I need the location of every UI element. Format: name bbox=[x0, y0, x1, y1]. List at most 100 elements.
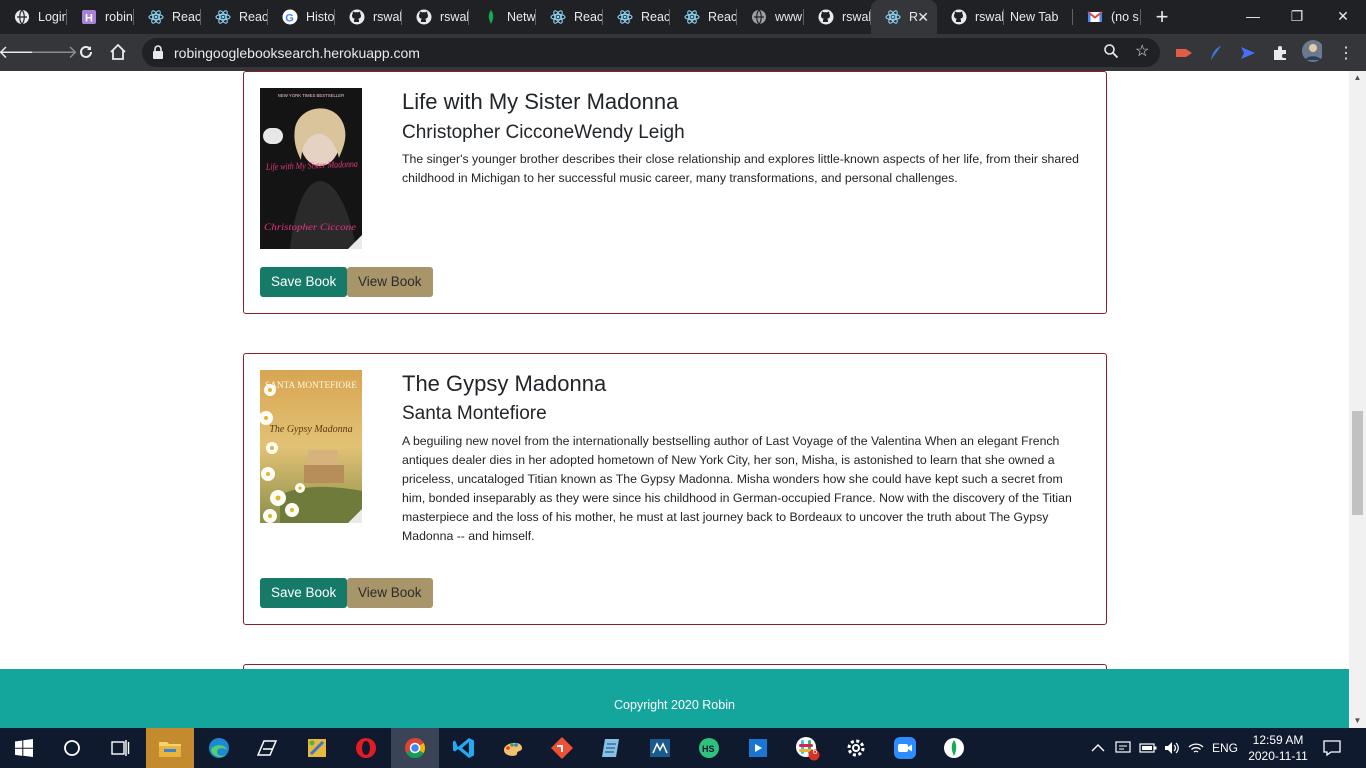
minimize-window-icon[interactable]: — bbox=[1230, 0, 1276, 32]
tray-network-app-icon[interactable] bbox=[1115, 728, 1131, 768]
git-kraken-icon[interactable] bbox=[538, 728, 586, 768]
cortana-search-icon[interactable] bbox=[48, 728, 96, 768]
tab-label: robin bbox=[105, 10, 133, 24]
home-icon[interactable] bbox=[105, 39, 131, 65]
page-viewport: NEW YORK TIMES BESTSELLER Life with My S… bbox=[0, 71, 1349, 728]
view-book-button[interactable]: View Book bbox=[347, 578, 433, 608]
book-authors: Santa Montefiore bbox=[402, 403, 547, 424]
github-icon bbox=[951, 9, 967, 25]
input-language[interactable]: ENG bbox=[1212, 728, 1238, 768]
close-window-icon[interactable]: ✕ bbox=[1320, 0, 1366, 32]
book-title: The Gypsy Madonna bbox=[402, 371, 607, 396]
mysql-workbench-icon[interactable] bbox=[636, 728, 684, 768]
cover-title-text: The Gypsy Madonna bbox=[269, 424, 352, 435]
new-tab-plus-icon[interactable]: + bbox=[1147, 0, 1177, 34]
maximize-window-icon[interactable]: ❐ bbox=[1274, 0, 1320, 32]
extension-send-icon[interactable] bbox=[1238, 43, 1258, 63]
zoom-search-icon[interactable] bbox=[1103, 43, 1119, 64]
volume-icon[interactable] bbox=[1163, 728, 1181, 768]
scroll-up-arrow-icon[interactable]: ▲ bbox=[1349, 71, 1366, 85]
github-icon bbox=[416, 9, 432, 25]
react-icon bbox=[215, 9, 231, 25]
react-icon bbox=[684, 9, 700, 25]
settings-gear-icon[interactable] bbox=[832, 728, 880, 768]
globe-icon bbox=[14, 9, 30, 25]
page-scrollbar[interactable]: ▲ ▼ bbox=[1349, 71, 1366, 728]
video-editor-icon[interactable] bbox=[734, 728, 782, 768]
browser-tab[interactable]: rswal bbox=[402, 0, 469, 34]
react-icon bbox=[885, 9, 901, 25]
edge-icon[interactable] bbox=[195, 728, 243, 768]
view-book-button[interactable]: View Book bbox=[347, 267, 433, 297]
windows-taskbar: HS 6 ENG 12:59 AM 2020-11-11 bbox=[0, 728, 1366, 768]
bookmark-star-icon[interactable]: ☆ bbox=[1135, 41, 1149, 61]
snip-tool-icon[interactable] bbox=[243, 728, 291, 768]
book-title: Life with My Sister Madonna bbox=[402, 89, 679, 114]
gmail-icon bbox=[1087, 9, 1103, 25]
wifi-icon[interactable] bbox=[1188, 728, 1204, 768]
google-icon: G bbox=[282, 9, 298, 25]
browser-tab[interactable]: Netw bbox=[469, 0, 536, 34]
browser-tab[interactable]: React bbox=[134, 0, 201, 34]
task-view-icon[interactable] bbox=[96, 728, 144, 768]
browser-tab[interactable]: React bbox=[670, 0, 737, 34]
browser-tab[interactable]: React bbox=[536, 0, 603, 34]
github-icon bbox=[818, 9, 834, 25]
battery-icon[interactable] bbox=[1139, 728, 1157, 768]
tab-label: rswal bbox=[842, 10, 871, 24]
vscode-icon[interactable] bbox=[440, 728, 488, 768]
save-book-button[interactable]: Save Book bbox=[260, 578, 348, 608]
lock-icon bbox=[152, 45, 164, 64]
browser-tab[interactable]: G Histo bbox=[268, 0, 335, 34]
windows-start-icon[interactable] bbox=[0, 728, 48, 768]
opera-icon[interactable] bbox=[342, 728, 390, 768]
tab-label: rswal bbox=[373, 10, 402, 24]
browser-tab-active[interactable]: R ✕ bbox=[871, 0, 937, 34]
browser-tab[interactable]: rswal bbox=[937, 0, 1004, 34]
forward-arrow-icon[interactable]: 🡒 bbox=[30, 39, 78, 65]
page-footer: Copyright 2020 Robin bbox=[0, 669, 1349, 728]
browser-tab[interactable]: rswal bbox=[335, 0, 402, 34]
browser-tab[interactable]: React bbox=[201, 0, 268, 34]
profile-avatar-icon[interactable] bbox=[1302, 40, 1322, 62]
chrome-menu-icon[interactable]: ⋮ bbox=[1336, 43, 1356, 63]
zoom-icon[interactable] bbox=[881, 728, 929, 768]
file-explorer-icon[interactable] bbox=[146, 728, 194, 768]
browser-tab[interactable]: H robin bbox=[67, 0, 134, 34]
slack-icon[interactable]: 6 bbox=[783, 728, 831, 768]
book-description: A beguiling new novel from the internati… bbox=[402, 434, 1072, 543]
mongodb-compass-icon[interactable] bbox=[930, 728, 978, 768]
extensions-puzzle-icon[interactable] bbox=[1270, 43, 1290, 63]
browser-tab[interactable]: React bbox=[603, 0, 670, 34]
tab-label: React bbox=[172, 10, 201, 24]
address-bar[interactable]: robingooglebooksearch.herokuapp.com ☆ bbox=[142, 38, 1160, 67]
browser-tab[interactable]: rswal bbox=[804, 0, 871, 34]
save-book-button[interactable]: Save Book bbox=[260, 267, 348, 297]
scrollbar-thumb[interactable] bbox=[1352, 411, 1363, 515]
notifications-icon[interactable] bbox=[1323, 728, 1341, 768]
github-icon bbox=[349, 9, 365, 25]
tab-label: Histo bbox=[306, 10, 335, 24]
notepad-icon[interactable] bbox=[587, 728, 635, 768]
close-tab-icon[interactable]: ✕ bbox=[917, 9, 929, 26]
paint-icon[interactable] bbox=[489, 728, 537, 768]
tray-chevron-up-icon[interactable] bbox=[1091, 728, 1105, 768]
reload-icon[interactable] bbox=[73, 39, 99, 65]
browser-tab[interactable]: Login bbox=[0, 0, 67, 34]
hs-app-icon[interactable]: HS bbox=[685, 728, 733, 768]
browser-tab-strip: Login H robin React React G Histo rswal … bbox=[0, 0, 1366, 34]
sticky-app-icon[interactable] bbox=[293, 728, 341, 768]
svg-text:G: G bbox=[285, 13, 294, 25]
globe-icon bbox=[751, 9, 767, 25]
system-clock[interactable]: 12:59 AM 2020-11-11 bbox=[1242, 732, 1314, 764]
browser-tab[interactable]: (no s bbox=[1073, 0, 1141, 34]
react-icon bbox=[148, 9, 164, 25]
scroll-down-arrow-icon[interactable]: ▼ bbox=[1349, 714, 1366, 728]
extension-red-icon[interactable] bbox=[1174, 43, 1194, 63]
browser-tab[interactable]: www bbox=[737, 0, 804, 34]
chrome-icon[interactable] bbox=[391, 728, 439, 768]
book-authors: Christopher CicconeWendy Leigh bbox=[402, 122, 685, 143]
tab-label: React bbox=[574, 10, 603, 24]
browser-tab[interactable]: New Tab bbox=[1004, 0, 1073, 34]
extension-feather-icon[interactable] bbox=[1206, 43, 1226, 63]
